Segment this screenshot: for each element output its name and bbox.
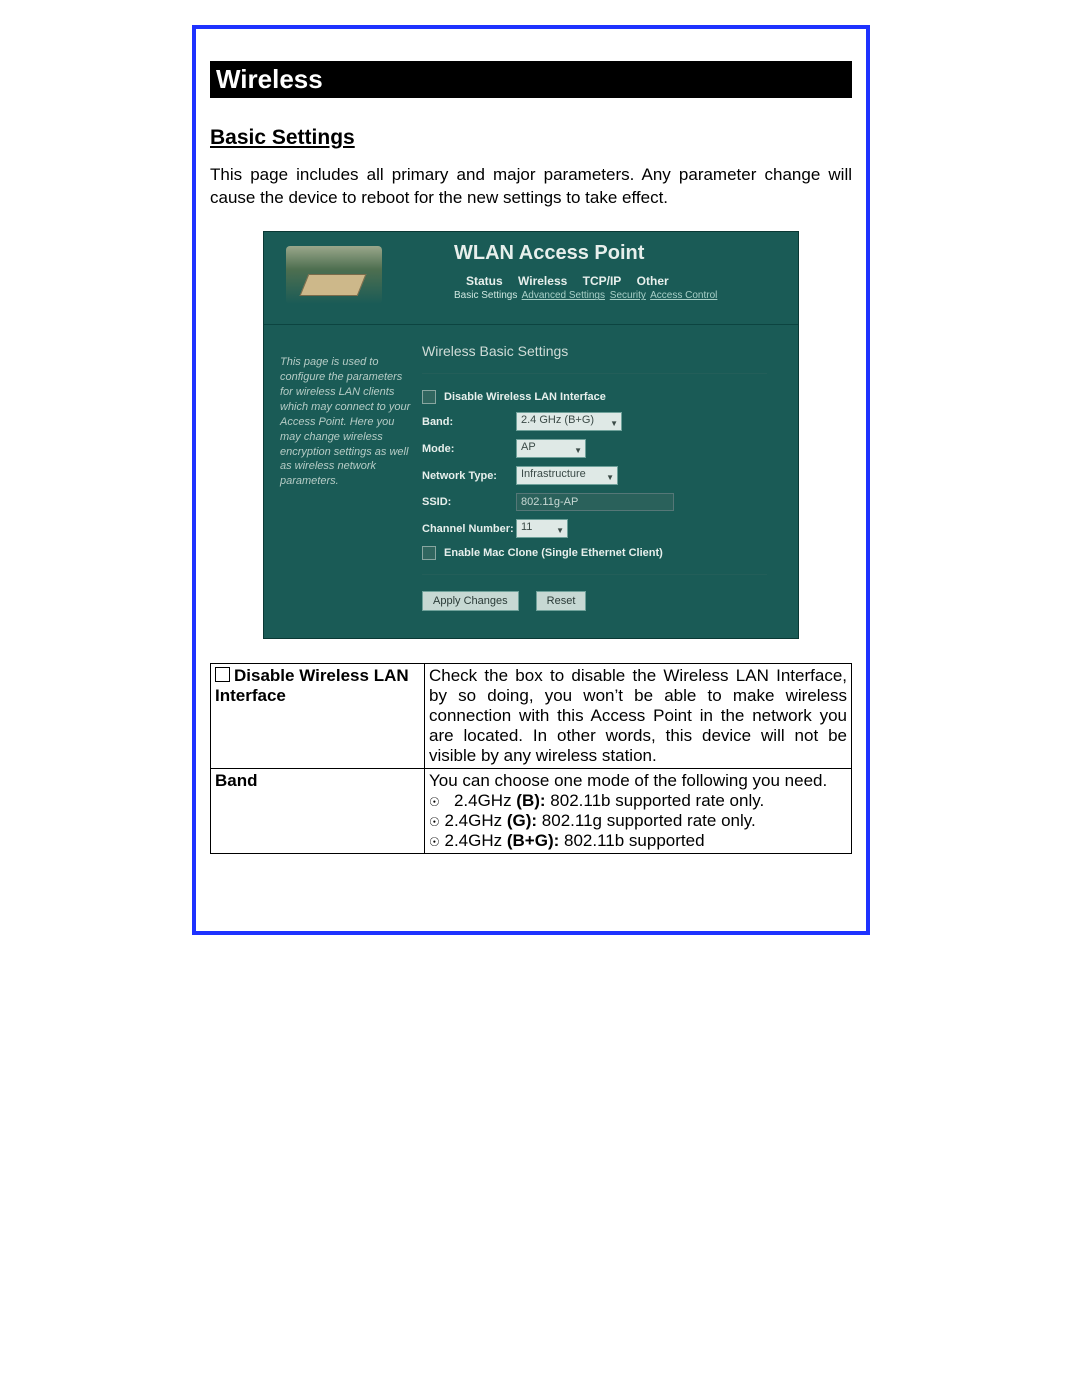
mode-select[interactable]: AP (516, 439, 586, 458)
subnav-basic-settings[interactable]: Basic Settings (454, 290, 517, 301)
table-row: Band You can choose one mode of the foll… (211, 769, 852, 854)
band-label: Band: (422, 416, 516, 428)
mac-clone-label: Enable Mac Clone (Single Ethernet Client… (444, 547, 663, 559)
row2-desc: You can choose one mode of the following… (425, 769, 852, 854)
subnav-security[interactable]: Security (610, 290, 646, 301)
ap-form-title: Wireless Basic Settings (422, 343, 782, 359)
subnav-access-control[interactable]: Access Control (650, 290, 717, 301)
ap-sub-nav: Basic Settings Advanced Settings Securit… (454, 290, 719, 301)
nav-other[interactable]: Other (637, 274, 669, 288)
ssid-input[interactable]: 802.11g-AP (516, 493, 674, 511)
mode-label: Mode: (422, 443, 516, 455)
nav-status[interactable]: Status (466, 274, 503, 288)
bullet-icon: ☉ (429, 815, 440, 829)
bullet-icon: ☉ (429, 795, 440, 809)
network-type-select[interactable]: Infrastructure (516, 466, 618, 485)
ap-title: WLAN Access Point (454, 242, 644, 265)
bullet-icon: ☉ (429, 835, 440, 849)
reset-button[interactable]: Reset (536, 591, 587, 611)
band-select[interactable]: 2.4 GHz (B+G) (516, 412, 622, 431)
ap-main-nav: Status Wireless TCP/IP Other (466, 274, 677, 288)
section-heading: Basic Settings (210, 126, 852, 150)
table-row: Disable Wireless LAN Interface Check the… (211, 664, 852, 769)
nav-wireless[interactable]: Wireless (518, 274, 567, 288)
row2-label: Band (211, 769, 425, 854)
apply-changes-button[interactable]: Apply Changes (422, 591, 519, 611)
ap-device-illustration (286, 246, 382, 304)
page-heading: Wireless (210, 61, 852, 98)
intro-paragraph: This page includes all primary and major… (210, 164, 852, 210)
ap-help-text: This page is used to configure the param… (264, 325, 422, 611)
row1-label: Disable Wireless LAN Interface (215, 666, 409, 705)
disable-wlan-label: Disable Wireless LAN Interface (444, 391, 606, 403)
ssid-label: SSID: (422, 496, 516, 508)
disable-wlan-checkbox[interactable] (422, 390, 436, 404)
network-type-label: Network Type: (422, 470, 516, 482)
checkbox-icon (215, 667, 230, 682)
row1-desc: Check the box to disable the Wireless LA… (425, 664, 852, 769)
nav-tcpip[interactable]: TCP/IP (583, 274, 622, 288)
subnav-advanced-settings[interactable]: Advanced Settings (522, 290, 605, 301)
ap-form: Wireless Basic Settings Disable Wireless… (422, 325, 798, 611)
channel-select[interactable]: 11 (516, 519, 568, 538)
options-table: Disable Wireless LAN Interface Check the… (210, 663, 852, 854)
page-heading-text: Wireless (216, 64, 323, 94)
wlan-ap-screenshot: WLAN Access Point Status Wireless TCP/IP… (263, 231, 799, 639)
channel-label: Channel Number: (422, 523, 516, 535)
mac-clone-checkbox[interactable] (422, 546, 436, 560)
